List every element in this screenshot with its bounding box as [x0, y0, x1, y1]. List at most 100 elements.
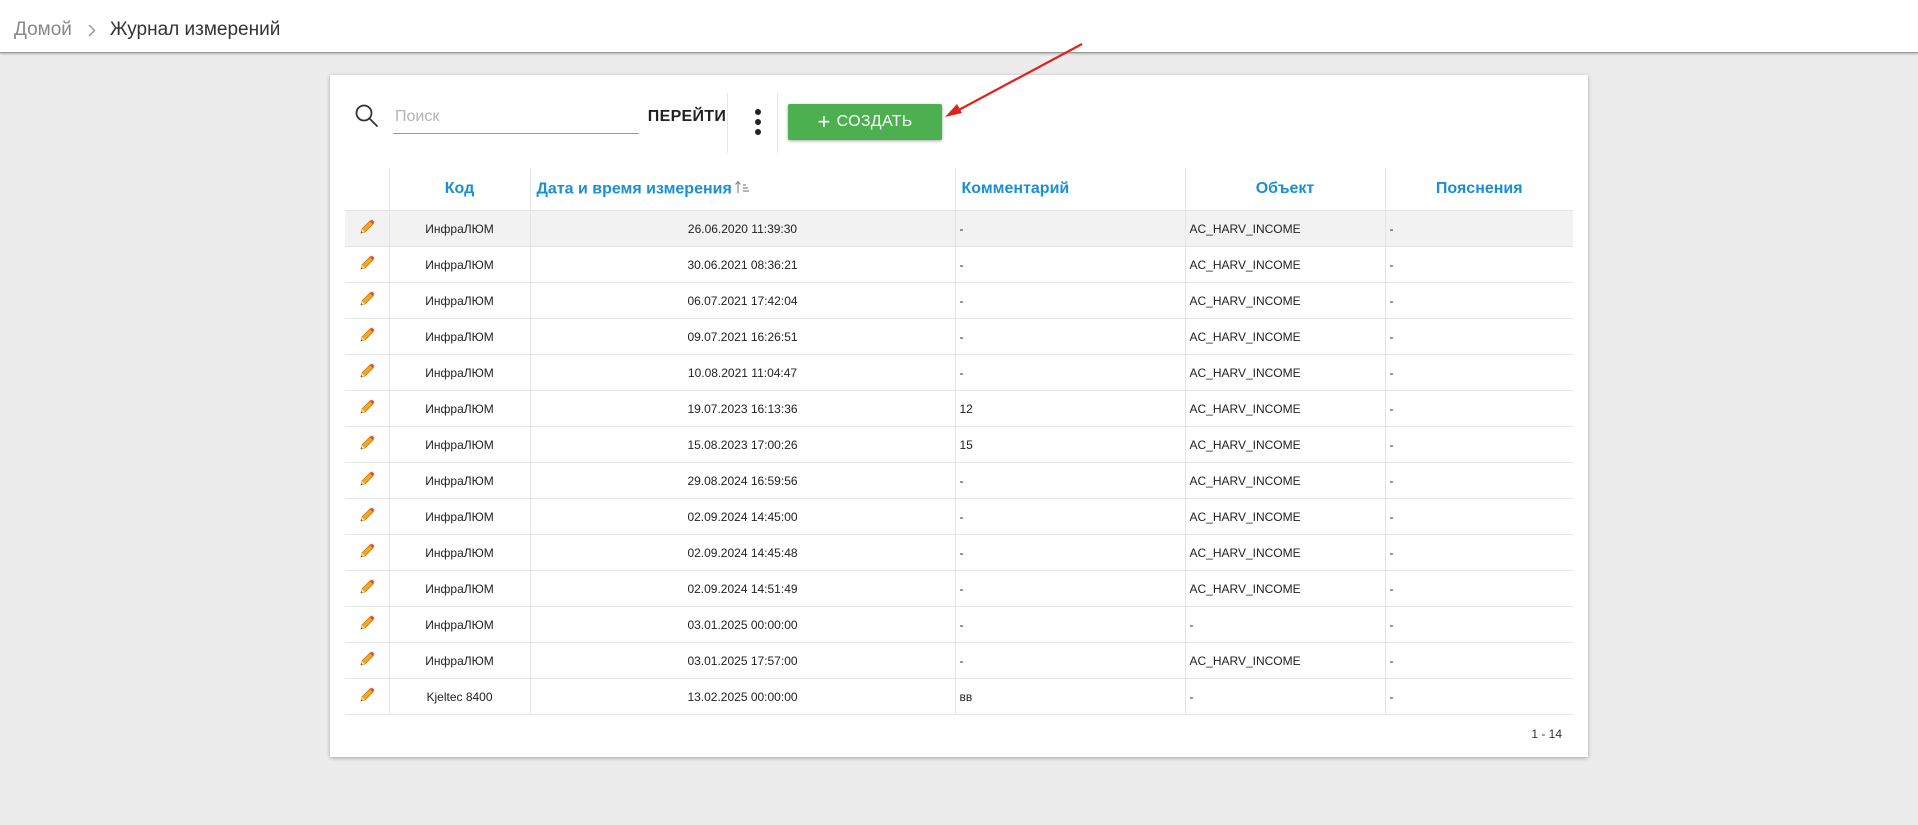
- cell-comment: -: [954, 282, 1185, 319]
- pencil-icon[interactable]: [358, 434, 376, 455]
- table-row[interactable]: ИнфраЛЮМ 03.01.2025 00:00:00- - -: [345, 606, 1573, 643]
- pencil-icon[interactable]: [358, 506, 376, 527]
- header-notes[interactable]: Пояснения: [1384, 168, 1573, 211]
- header-comment[interactable]: Комментарий: [954, 168, 1185, 211]
- table-row[interactable]: ИнфраЛЮМ 06.07.2021 17:42:04- AC_HARV_INCO…: [345, 282, 1573, 319]
- pencil-icon[interactable]: [358, 398, 376, 419]
- cell-comment: -: [954, 246, 1185, 283]
- cell-notes: -: [1384, 390, 1573, 427]
- pencil-icon[interactable]: [358, 614, 376, 635]
- cell-comment: -: [954, 210, 1185, 247]
- cell-object: -: [1184, 606, 1385, 643]
- cell-datetime: 09.07.2021 16:26:51: [529, 318, 955, 355]
- create-button[interactable]: + СОЗДАТЬ: [788, 104, 942, 140]
- cell-notes: -: [1384, 318, 1573, 355]
- table-row[interactable]: ИнфраЛЮМ 30.06.2021 08:36:21- AC_HARV_INCO…: [345, 246, 1573, 283]
- cell-code: ИнфраЛЮМ: [388, 462, 530, 499]
- cell-code: ИнфраЛЮМ: [388, 498, 530, 535]
- cell-datetime: 30.06.2021 08:36:21: [529, 246, 955, 283]
- pencil-icon[interactable]: [358, 650, 376, 671]
- cell-datetime: 10.08.2021 11:04:47: [529, 354, 955, 391]
- cell-edit: [345, 498, 389, 535]
- cell-code: ИнфраЛЮМ: [388, 210, 530, 247]
- pencil-icon[interactable]: [358, 326, 376, 347]
- cell-comment: -: [954, 570, 1185, 607]
- cell-datetime: 15.08.2023 17:00:26: [529, 426, 955, 463]
- pencil-icon[interactable]: [358, 542, 376, 563]
- header-object[interactable]: Объект: [1184, 168, 1385, 211]
- cell-datetime: 02.09.2024 14:51:49: [529, 570, 955, 607]
- cell-notes: -: [1384, 210, 1573, 247]
- cell-edit: [345, 246, 389, 283]
- cell-datetime: 29.08.2024 16:59:56: [529, 462, 955, 499]
- cell-comment: -: [954, 318, 1185, 355]
- header-edit: [345, 168, 389, 211]
- toolbar-divider: [777, 93, 778, 153]
- table-row[interactable]: ИнфраЛЮМ 03.01.2025 17:57:00- AC_HARV_INCO…: [345, 642, 1573, 679]
- cell-edit: [345, 642, 389, 679]
- cell-object: AC_HARV_INCOME: [1184, 426, 1385, 463]
- cell-comment: -: [954, 354, 1185, 391]
- sort-ascending-icon[interactable]: [734, 180, 750, 199]
- cell-code: Kjeltec 8400: [388, 678, 530, 715]
- cell-code: ИнфраЛЮМ: [388, 282, 530, 319]
- table-row[interactable]: ИнфраЛЮМ 19.07.2023 16:13:36 12 AC_HARV_INC…: [345, 390, 1573, 427]
- cell-object: AC_HARV_INCOME: [1184, 210, 1385, 247]
- cell-object: AC_HARV_INCOME: [1184, 642, 1385, 679]
- table-row[interactable]: ИнфраЛЮМ 02.09.2024 14:45:00- AC_HARV_INCO…: [345, 498, 1573, 535]
- table-row[interactable]: ИнфраЛЮМ 02.09.2024 14:51:49- AC_HARV_INCO…: [345, 570, 1573, 607]
- pencil-icon[interactable]: [358, 470, 376, 491]
- pencil-icon[interactable]: [358, 362, 376, 383]
- cell-notes: -: [1384, 426, 1573, 463]
- cell-comment: -: [954, 534, 1185, 571]
- cell-object: AC_HARV_INCOME: [1184, 318, 1385, 355]
- table-row[interactable]: ИнфраЛЮМ 09.07.2021 16:26:51- AC_HARV_INCO…: [345, 318, 1573, 355]
- pencil-icon[interactable]: [358, 218, 376, 239]
- cell-object: -: [1184, 678, 1385, 715]
- table-row[interactable]: ИнфраЛЮМ 15.08.2023 17:00:26 15 AC_HARV_INC…: [345, 426, 1573, 463]
- cell-comment: -: [954, 498, 1185, 535]
- pencil-icon[interactable]: [358, 290, 376, 311]
- create-button-label: СОЗДАТЬ: [836, 113, 913, 130]
- table-row[interactable]: ИнфраЛЮМ 29.08.2024 16:59:56- AC_HARV_INCO…: [345, 462, 1573, 499]
- cell-notes: -: [1384, 606, 1573, 643]
- cell-datetime: 26.06.2020 11:39:30: [529, 210, 955, 247]
- cell-edit: [345, 606, 389, 643]
- page-title: Журнал измерений: [109, 19, 281, 40]
- cell-edit: [345, 354, 389, 391]
- pencil-icon[interactable]: [358, 254, 376, 275]
- table-row[interactable]: Kjeltec 8400 13.02.2025 00:00:00 вв - -: [345, 678, 1573, 715]
- cell-edit: [345, 390, 389, 427]
- search-icon[interactable]: [354, 103, 380, 129]
- cell-notes: -: [1384, 246, 1573, 283]
- table-header-row: Код Дата и время измерения Комментарий О…: [345, 168, 1573, 211]
- cell-object: AC_HARV_INCOME: [1184, 498, 1385, 535]
- cell-edit: [345, 570, 389, 607]
- cell-datetime: 19.07.2023 16:13:36: [529, 390, 955, 427]
- cell-code: ИнфраЛЮМ: [388, 534, 530, 571]
- header-code[interactable]: Код: [388, 168, 530, 211]
- cell-notes: -: [1384, 642, 1573, 679]
- header-datetime[interactable]: Дата и время измерения: [529, 168, 955, 211]
- cell-code: ИнфраЛЮМ: [388, 318, 530, 355]
- breadcrumb-home-link[interactable]: Домой: [14, 19, 72, 41]
- pencil-icon[interactable]: [358, 578, 376, 599]
- table-row[interactable]: ИнфраЛЮМ 26.06.2020 11:39:30- AC_HARV_INCO…: [345, 210, 1573, 247]
- cell-notes: -: [1384, 534, 1573, 571]
- cell-comment: 12: [954, 390, 1185, 427]
- cell-datetime: 03.01.2025 00:00:00: [529, 606, 955, 643]
- search-input[interactable]: [393, 101, 639, 134]
- cell-edit: [345, 318, 389, 355]
- cell-comment: -: [954, 606, 1185, 643]
- cell-code: ИнфраЛЮМ: [388, 606, 530, 643]
- table-row[interactable]: ИнфраЛЮМ 10.08.2021 11:04:47- AC_HARV_INCO…: [345, 354, 1573, 391]
- pencil-icon[interactable]: [358, 686, 376, 707]
- cell-comment: вв: [954, 678, 1185, 715]
- table-row[interactable]: ИнфраЛЮМ 02.09.2024 14:45:48- AC_HARV_INCO…: [345, 534, 1573, 571]
- cell-object: AC_HARV_INCOME: [1184, 462, 1385, 499]
- cell-object: AC_HARV_INCOME: [1184, 246, 1385, 283]
- cell-object: AC_HARV_INCOME: [1184, 354, 1385, 391]
- kebab-menu-icon[interactable]: [740, 109, 776, 139]
- cell-edit: [345, 426, 389, 463]
- go-button[interactable]: ПЕРЕЙТИ: [635, 101, 739, 133]
